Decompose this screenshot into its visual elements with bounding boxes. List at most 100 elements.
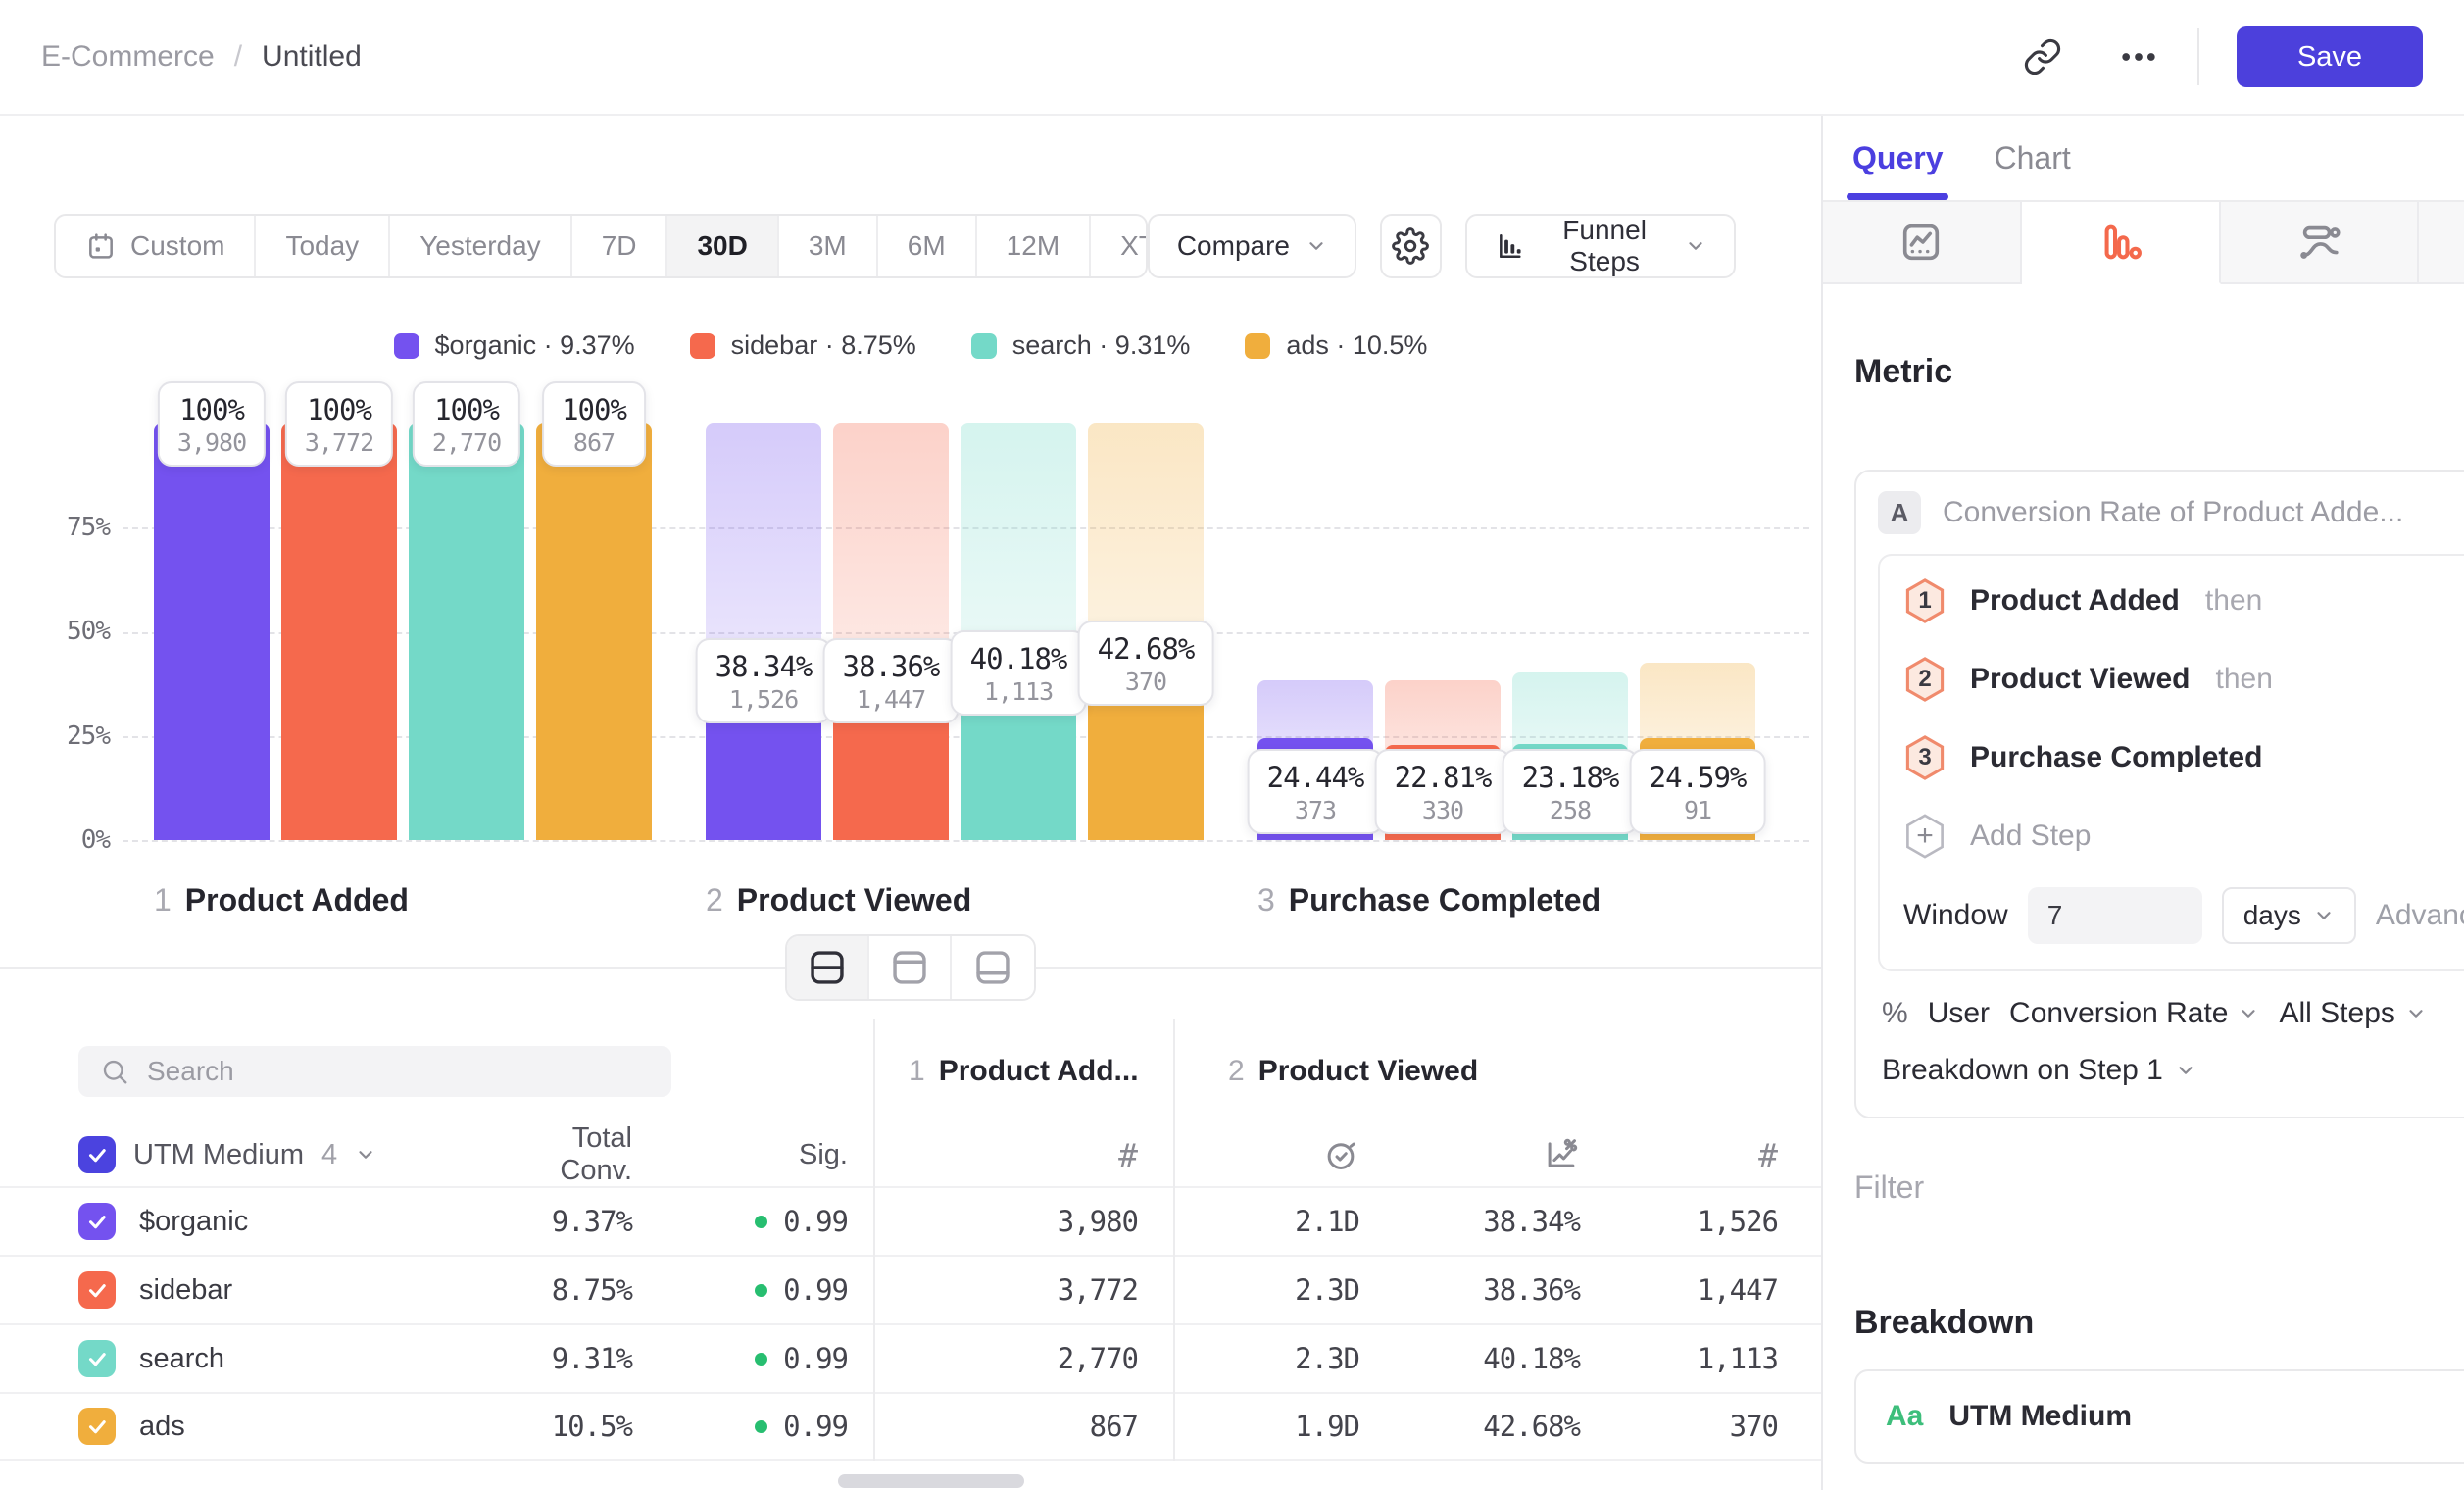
bar-data-label: 24.44%373 <box>1248 749 1384 834</box>
range-button-12m[interactable]: 12M <box>977 216 1091 276</box>
measure-scope-label: All Steps <box>2279 997 2394 1030</box>
table-row-search[interactable]: search9.31%0.992,7702.3D40.18%1,113 <box>0 1323 1821 1392</box>
breakdown-on-dropdown[interactable]: Breakdown on Step 1 <box>1882 1054 2464 1087</box>
viewed-conversion-column-icon[interactable] <box>1359 1136 1580 1173</box>
window-value-input[interactable] <box>2028 887 2202 944</box>
layout-table-only-button[interactable] <box>952 936 1034 999</box>
chart-type-dropdown[interactable]: Funnel Steps <box>1465 214 1736 278</box>
metric-title-row[interactable]: A Conversion Rate of Product Adde... <box>1878 491 2464 534</box>
range-button-yesterday[interactable]: Yesterday <box>390 216 572 276</box>
bar-ads-step3[interactable]: 24.59%91 <box>1640 423 1755 840</box>
range-button-7d[interactable]: 7D <box>572 216 668 276</box>
tab-grid-chart[interactable] <box>2419 202 2464 284</box>
range-button-30d[interactable]: 30D <box>667 216 778 276</box>
bar-ads-step2[interactable]: 42.68%370 <box>1088 423 1204 840</box>
range-button-today[interactable]: Today <box>256 216 390 276</box>
tab-flow-chart[interactable] <box>2221 202 2420 284</box>
funnel-step-2[interactable]: 2 Product Viewed then <box>1880 640 2464 719</box>
added-count-column-icon[interactable]: # <box>873 1136 1173 1174</box>
chart-toolbar: CustomTodayYesterday7D30D3M 6M 12MXTD Comp… <box>54 214 1736 278</box>
date-range-segmented-control: CustomTodayYesterday7D30D3M 6M 12MXTD <box>54 214 1148 278</box>
advanced-dropdown[interactable]: Advanced <box>2376 899 2464 932</box>
table-row-organic[interactable]: $organic9.37%0.993,9802.1D38.34%1,526 <box>0 1186 1821 1255</box>
funnel-step-group-2: 38.34%1,52638.36%1,44740.18%1,11342.68%3… <box>706 423 1204 840</box>
breadcrumb-parent[interactable]: E-Commerce <box>41 40 215 74</box>
metric-heading: Metric <box>1854 353 2464 391</box>
bar-data-label: 38.36%1,447 <box>823 638 960 723</box>
breakdown-section-header: Breakdown <box>1854 1304 2464 1342</box>
bar-organic-step2[interactable]: 38.34%1,526 <box>706 423 821 840</box>
added-count-cell: 3,980 <box>873 1205 1173 1238</box>
bar-search-step3[interactable]: 23.18%258 <box>1512 423 1628 840</box>
bar-count-label: 91 <box>1650 796 1747 824</box>
legend-item-organic[interactable]: $organic · 9.37% <box>394 330 635 361</box>
chart-settings-button[interactable] <box>1380 214 1442 278</box>
legend-item-ads[interactable]: ads · 10.5% <box>1245 330 1427 361</box>
breadcrumb-current[interactable]: Untitled <box>262 40 362 74</box>
sidebar-tabs: Query Chart <box>1823 116 2464 202</box>
horizontal-scrollbar-thumb[interactable] <box>838 1474 1024 1488</box>
tab-line-chart[interactable] <box>1823 202 2022 284</box>
layout-chart-only-button[interactable] <box>869 936 952 999</box>
layout-split-button[interactable] <box>787 936 869 999</box>
bar-fill <box>409 423 524 840</box>
range-button-3m[interactable]: 3M <box>779 216 878 276</box>
row-checkbox[interactable] <box>78 1203 116 1240</box>
tab-funnel-chart[interactable] <box>2022 202 2221 284</box>
search-input[interactable] <box>147 1056 650 1087</box>
total-conv-cell: 9.37% <box>529 1205 632 1238</box>
tab-query[interactable]: Query <box>1852 116 1943 200</box>
row-checkbox[interactable] <box>78 1340 116 1377</box>
bar-sidebar-step1[interactable]: 100%3,772 <box>281 423 397 840</box>
breakdown-column-label: UTM Medium <box>133 1139 304 1171</box>
sig-status-dot <box>755 1353 767 1366</box>
table-row-sidebar[interactable]: sidebar8.75%0.993,7722.3D38.36%1,447 <box>0 1255 1821 1323</box>
bar-sidebar-step2[interactable]: 38.36%1,447 <box>833 423 949 840</box>
range-button-custom[interactable]: Custom <box>56 216 256 276</box>
viewed-time-column-icon[interactable] <box>1173 1136 1359 1173</box>
add-step-button[interactable]: + Add Step <box>1880 797 2464 875</box>
legend-item-search[interactable]: search · 9.31% <box>971 330 1191 361</box>
legend-item-sidebar[interactable]: sidebar · 8.75% <box>690 330 916 361</box>
step-label-3: 3Purchase Completed <box>1257 882 1601 919</box>
bar-count-label: 3,980 <box>177 428 246 457</box>
percent-icon: % <box>1882 997 1908 1030</box>
total-conv-cell: 10.5% <box>529 1410 632 1443</box>
bar-data-label: 23.18%258 <box>1503 749 1639 834</box>
chart-type-label: Funnel Steps <box>1540 215 1669 277</box>
bar-count-label: 1,113 <box>970 677 1067 706</box>
select-all-checkbox[interactable] <box>78 1136 116 1173</box>
viewed-count-column-icon[interactable]: # <box>1580 1136 1803 1174</box>
bar-organic-step3[interactable]: 24.44%373 <box>1257 423 1373 840</box>
measure-user-label[interactable]: User <box>1928 997 1990 1030</box>
total-conv-header[interactable]: Total Conv. <box>529 1122 632 1187</box>
funnel-step-3[interactable]: 3 Purchase Completed <box>1880 719 2464 797</box>
legend-swatch <box>1245 333 1270 359</box>
bar-ads-step1[interactable]: 100%867 <box>536 423 652 840</box>
tab-chart[interactable]: Chart <box>1994 116 2070 200</box>
breakdown-item-utm-medium[interactable]: Aa UTM Medium <box>1854 1369 2464 1464</box>
measure-scope-dropdown[interactable]: All Steps <box>2279 997 2426 1030</box>
window-unit-dropdown[interactable]: days <box>2222 887 2356 944</box>
range-button-6m[interactable]: 6M <box>878 216 977 276</box>
measure-metric-dropdown[interactable]: Conversion Rate <box>2009 997 2259 1030</box>
compare-button[interactable]: Compare <box>1148 214 1356 278</box>
bar-sidebar-step3[interactable]: 22.81%330 <box>1385 423 1501 840</box>
bar-search-step1[interactable]: 100%2,770 <box>409 423 524 840</box>
viewed-time-cell: 2.3D <box>1173 1273 1359 1307</box>
bar-search-step2[interactable]: 40.18%1,113 <box>961 423 1076 840</box>
sig-header[interactable]: Sig. <box>632 1139 873 1171</box>
save-button[interactable]: Save <box>2237 26 2423 87</box>
more-options-icon[interactable] <box>2117 35 2160 78</box>
range-label: 6M <box>908 230 946 262</box>
breakdown-column-header[interactable]: UTM Medium 4 <box>78 1136 529 1173</box>
row-name-label: ads <box>139 1411 185 1443</box>
range-button-xtd[interactable]: XTD <box>1091 216 1148 276</box>
share-link-icon[interactable] <box>2023 37 2062 76</box>
row-checkbox[interactable] <box>78 1408 116 1445</box>
bar-organic-step1[interactable]: 100%3,980 <box>154 423 270 840</box>
funnel-step-1[interactable]: 1 Product Added then <box>1880 562 2464 640</box>
bar-count-label: 2,770 <box>432 428 501 457</box>
table-row-ads[interactable]: ads10.5%0.998671.9D42.68%370 <box>0 1392 1821 1461</box>
row-checkbox[interactable] <box>78 1271 116 1309</box>
